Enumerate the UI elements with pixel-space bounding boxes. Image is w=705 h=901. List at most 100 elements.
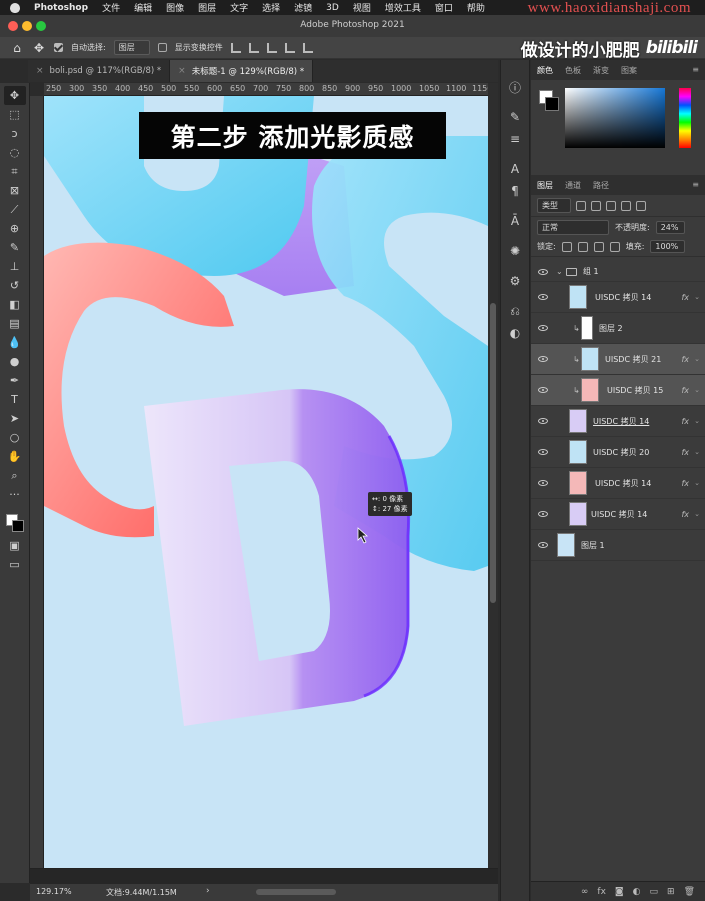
menu-app-photoshop[interactable]: Photoshop [34, 3, 88, 13]
screen-mode-icon[interactable]: ▭ [4, 555, 26, 574]
visibility-eye-icon[interactable] [538, 294, 548, 300]
layer-kind-filter[interactable]: 类型 [537, 198, 571, 213]
expand-effects-icon[interactable]: ⌄ [694, 355, 700, 363]
info-icon[interactable]: ⓘ [504, 76, 526, 98]
light-icon[interactable]: ✺ [504, 240, 526, 262]
opacity-input[interactable]: 24% [655, 220, 686, 234]
visibility-eye-icon[interactable] [538, 418, 548, 424]
layer-effects-icon[interactable]: fx [681, 448, 689, 457]
default-colors-icon[interactable] [4, 504, 26, 510]
layer-effects-icon[interactable]: fx [681, 510, 689, 519]
auto-select-target-dropdown[interactable]: 图层 [113, 40, 150, 55]
move-tool-preset-icon[interactable]: ✥ [32, 41, 46, 55]
expand-effects-icon[interactable]: ⌄ [694, 386, 700, 394]
add-mask-icon[interactable]: ◙ [615, 887, 624, 897]
layer-row[interactable]: UISDC 拷贝 14 fx ⌄ [531, 282, 705, 313]
visibility-eye-icon[interactable] [538, 542, 548, 548]
layer-row-selected[interactable]: ↳ UISDC 拷贝 21 fx ⌄ [531, 344, 705, 375]
auto-select-checkbox[interactable] [54, 43, 63, 52]
ellipse-tool-icon[interactable]: ○ [4, 428, 26, 447]
brush-tool-icon[interactable]: ✎ [4, 238, 26, 257]
apple-icon[interactable] [10, 2, 20, 13]
show-transform-checkbox[interactable] [157, 43, 167, 52]
menu-plugins[interactable]: 增效工具 [385, 1, 421, 14]
background-color[interactable] [11, 520, 24, 532]
gradient-tool-icon[interactable]: ▤ [4, 314, 26, 333]
brush-settings-icon[interactable]: ✎ [504, 106, 526, 128]
properties-icon[interactable]: ⚙ [504, 270, 526, 292]
align-right-icon[interactable] [266, 42, 277, 53]
layer-row-group[interactable]: ⌄ 组 1 [531, 262, 705, 282]
align-middle-icon[interactable] [302, 42, 313, 53]
path-select-tool-icon[interactable]: ➤ [4, 409, 26, 428]
menu-3d[interactable]: 3D [326, 3, 339, 13]
color-swatch[interactable] [4, 512, 26, 536]
tab-swatches[interactable]: 色板 [565, 65, 581, 76]
adjustment-layer-icon[interactable]: ◐ [633, 887, 641, 897]
layer-row[interactable]: UISDC 拷贝 14 fx ⌄ [531, 499, 705, 530]
glyphs-icon[interactable]: Ā [504, 210, 526, 232]
visibility-eye-icon[interactable] [538, 356, 548, 362]
expand-chevron-icon[interactable]: ⌄ [556, 267, 563, 276]
tab-boli-psd[interactable]: × boli.psd @ 117%(RGB/8) * [28, 60, 171, 82]
ruler-horizontal[interactable]: 250 300 350 400 450 500 550 600 650 700 … [44, 83, 488, 96]
adjustments-icon[interactable]: ≡ [504, 128, 526, 150]
hue-slider[interactable] [679, 88, 691, 148]
dodge-tool-icon[interactable]: ● [4, 352, 26, 371]
layer-row[interactable]: UISDC 拷贝 20 fx ⌄ [531, 437, 705, 468]
filter-adjustment-icon[interactable] [591, 200, 601, 211]
horizontal-scrollbar-thumb[interactable] [256, 889, 336, 895]
canvas-vertical-scrollbar[interactable] [488, 83, 498, 868]
menu-image[interactable]: 图像 [166, 1, 184, 14]
lock-pixels-icon[interactable] [577, 241, 588, 252]
expand-effects-icon[interactable]: ⌄ [694, 479, 700, 487]
history-icon[interactable]: ⎌ [504, 300, 526, 322]
align-center-icon[interactable] [248, 42, 259, 53]
zoom-level[interactable]: 129.17% [36, 887, 72, 896]
pen-tool-icon[interactable]: ✒ [4, 371, 26, 390]
clone-stamp-tool-icon[interactable]: ⊥ [4, 257, 26, 276]
filter-shape-icon[interactable] [621, 200, 631, 211]
delete-layer-icon[interactable]: 🗑 [684, 887, 695, 897]
add-style-icon[interactable]: fx [597, 887, 606, 897]
type-tool-icon[interactable]: T [4, 390, 26, 409]
blur-tool-icon[interactable]: 💧 [4, 333, 26, 352]
lock-position-icon[interactable] [593, 241, 604, 252]
close-tab-icon[interactable]: × [178, 66, 186, 76]
layer-effects-icon[interactable]: fx [681, 417, 689, 426]
tab-paths[interactable]: 路径 [593, 180, 609, 191]
background-color-chip[interactable] [545, 97, 559, 111]
tab-patterns[interactable]: 图案 [621, 65, 637, 76]
visibility-eye-icon[interactable] [538, 449, 548, 455]
layer-effects-icon[interactable]: fx [681, 293, 689, 302]
character-icon[interactable]: A [504, 158, 526, 180]
lasso-tool-icon[interactable]: ↄ [4, 124, 26, 143]
menu-view[interactable]: 视图 [353, 1, 371, 14]
filter-smart-icon[interactable] [636, 200, 646, 211]
frame-tool-icon[interactable]: ⊠ [4, 181, 26, 200]
canvas[interactable]: 第二步 添加光影质感 ↔: 0 像素 ↕: 27 像素 [44, 96, 488, 868]
color-field[interactable] [565, 88, 665, 148]
new-group-icon[interactable]: ▭ [650, 887, 659, 897]
zoom-tool-icon[interactable]: ⌕ [4, 466, 26, 485]
quick-select-tool-icon[interactable]: ◌ [4, 143, 26, 162]
panel-menu-icon[interactable]: ≡ [692, 180, 699, 189]
link-layers-icon[interactable]: ∞ [581, 887, 589, 897]
menu-filter[interactable]: 滤镜 [294, 1, 312, 14]
more-tools-icon[interactable]: ··· [4, 485, 26, 504]
layer-row[interactable]: UISDC 拷贝 14 fx ⌄ [531, 468, 705, 499]
paragraph-icon[interactable]: ¶ [504, 180, 526, 202]
layer-effects-icon[interactable]: fx [681, 479, 689, 488]
close-tab-icon[interactable]: × [36, 66, 44, 76]
filter-pixel-icon[interactable] [576, 200, 586, 211]
align-left-icon[interactable] [230, 42, 241, 53]
menu-edit[interactable]: 编辑 [134, 1, 152, 14]
menu-file[interactable]: 文件 [102, 1, 120, 14]
ruler-vertical[interactable] [30, 96, 44, 868]
menu-help[interactable]: 帮助 [467, 1, 485, 14]
history-brush-tool-icon[interactable]: ↺ [4, 276, 26, 295]
fill-input[interactable]: 100% [650, 240, 686, 253]
eraser-tool-icon[interactable]: ◧ [4, 295, 26, 314]
expand-effects-icon[interactable]: ⌄ [694, 448, 700, 456]
layer-effects-icon[interactable]: fx [681, 386, 689, 395]
